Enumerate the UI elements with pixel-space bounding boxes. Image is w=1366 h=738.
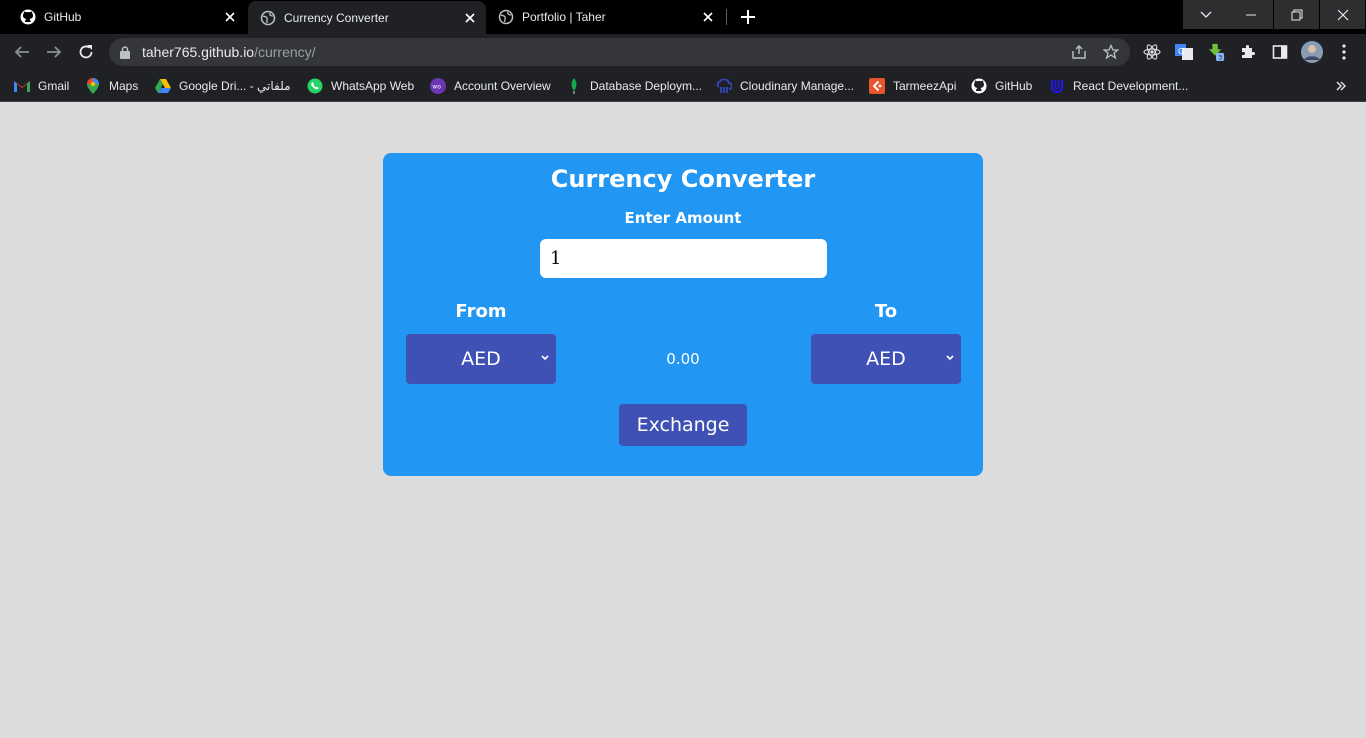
address-bar[interactable]: taher765.github.io/currency/ [109, 38, 1130, 66]
github-icon [20, 9, 36, 25]
plus-icon [741, 10, 755, 24]
close-window-button[interactable] [1320, 0, 1365, 29]
tab-title: GitHub [44, 10, 82, 24]
close-icon [1337, 9, 1348, 20]
bookmark-tarmeezapi[interactable]: TarmeezApi [869, 76, 956, 96]
share-icon[interactable] [1071, 44, 1087, 60]
tab-currency-converter[interactable]: Currency Converter [248, 1, 486, 34]
react-devtools-icon[interactable] [1143, 43, 1161, 61]
tab-search-button[interactable] [1183, 0, 1228, 29]
close-icon[interactable] [700, 9, 716, 25]
tab-separator [726, 9, 727, 25]
bookmark-label: Google Dri... - ملفاتي [179, 79, 291, 93]
tab-title: Currency Converter [284, 10, 389, 25]
chevron-double-right-icon [1336, 81, 1346, 91]
converter-card: Currency Converter Enter Amount From To … [383, 153, 983, 476]
browser-toolbar: taher765.github.io/currency/ G 3 [0, 34, 1366, 70]
close-icon[interactable] [222, 9, 238, 25]
udacity-icon [1049, 78, 1065, 94]
from-currency-value: AED [461, 348, 501, 370]
svg-text:wo: wo [432, 84, 441, 91]
cloudinary-icon [716, 78, 732, 94]
bookmark-react-development[interactable]: React Development... [1049, 76, 1188, 96]
forward-button[interactable] [42, 40, 66, 64]
avatar[interactable] [1301, 41, 1323, 63]
bookmark-label: Account Overview [454, 79, 551, 93]
whatsapp-icon [307, 78, 323, 94]
bookmarks-bar: Gmail Maps Google Dri... - ملفاتي WhatsA… [0, 70, 1366, 102]
bookmark-label: Cloudinary Manage... [740, 79, 855, 93]
url-path: /currency/ [254, 44, 316, 60]
page-title: Currency Converter [550, 165, 816, 193]
tarmeez-icon [869, 78, 885, 94]
url-text: taher765.github.io/currency/ [142, 44, 316, 60]
svg-text:3: 3 [1218, 55, 1222, 62]
bookmark-label: WhatsApp Web [331, 79, 415, 93]
globe-icon [260, 10, 276, 26]
restore-button[interactable] [1274, 0, 1319, 29]
mongodb-icon [566, 78, 582, 94]
puzzle-icon[interactable] [1239, 43, 1257, 61]
url-host: taher765.github.io [142, 44, 255, 60]
gmail-icon [14, 78, 30, 94]
exchange-button[interactable]: Exchange [619, 404, 747, 446]
google-drive-icon [155, 78, 171, 94]
restore-icon [1291, 9, 1302, 20]
maps-icon [85, 78, 101, 94]
to-currency-select[interactable]: AED [811, 334, 961, 384]
menu-kebab-icon[interactable] [1335, 43, 1353, 61]
github-icon [971, 78, 987, 94]
download-extension-icon[interactable]: 3 [1207, 43, 1225, 62]
from-currency-select[interactable]: AED [406, 334, 556, 384]
google-translate-icon[interactable]: G [1175, 43, 1193, 61]
amount-input[interactable] [540, 239, 827, 278]
bookmark-label: GitHub [995, 79, 1033, 93]
bookmark-cloudinary[interactable]: Cloudinary Manage... [716, 76, 854, 96]
arrow-right-icon [47, 46, 62, 58]
svg-text:G: G [1178, 47, 1184, 56]
from-label: From [455, 301, 507, 322]
tab-github[interactable]: GitHub [8, 0, 246, 34]
bookmark-gmail[interactable]: Gmail [14, 76, 69, 96]
amount-label: Enter Amount [624, 209, 742, 227]
bookmark-database-deployment[interactable]: Database Deploym... [566, 76, 702, 96]
bookmark-label: Database Deploym... [590, 79, 703, 93]
bookmark-google-drive[interactable]: Google Dri... - ملفاتي [155, 76, 291, 96]
bookmark-label: TarmeezApi [893, 79, 957, 93]
conversion-result: 0.00 [666, 350, 700, 368]
bookmark-account-overview[interactable]: wo Account Overview [430, 76, 551, 96]
lock-icon[interactable] [120, 45, 132, 59]
minimize-button[interactable] [1228, 0, 1273, 29]
chevron-down-icon [1200, 11, 1211, 18]
bookmark-github[interactable]: GitHub [971, 76, 1032, 96]
star-icon[interactable] [1103, 44, 1119, 60]
reload-button[interactable] [74, 40, 98, 64]
bookmark-whatsapp[interactable]: WhatsApp Web [307, 76, 414, 96]
account-icon: wo [430, 78, 446, 94]
to-currency-value: AED [866, 348, 906, 370]
chevron-down-icon [946, 355, 954, 361]
new-tab-button[interactable] [738, 7, 758, 27]
minimize-icon [1245, 14, 1256, 15]
tab-portfolio[interactable]: Portfolio | Taher [486, 0, 724, 34]
bookmarks-overflow-button[interactable] [1336, 76, 1346, 96]
bookmark-label: Gmail [38, 79, 70, 93]
side-panel-icon[interactable] [1271, 43, 1289, 61]
chevron-down-icon [541, 355, 549, 361]
arrow-left-icon [14, 46, 29, 58]
bookmark-label: Maps [109, 79, 139, 93]
close-icon[interactable] [462, 10, 478, 26]
tab-strip: GitHub Currency Converter Portfolio | Ta… [0, 0, 1366, 34]
reload-icon [79, 45, 93, 59]
back-button[interactable] [10, 40, 34, 64]
bookmark-maps[interactable]: Maps [85, 76, 138, 96]
bookmark-label: React Development... [1073, 79, 1189, 93]
tab-title: Portfolio | Taher [522, 10, 606, 24]
globe-icon [498, 9, 514, 25]
to-label: To [874, 301, 898, 322]
